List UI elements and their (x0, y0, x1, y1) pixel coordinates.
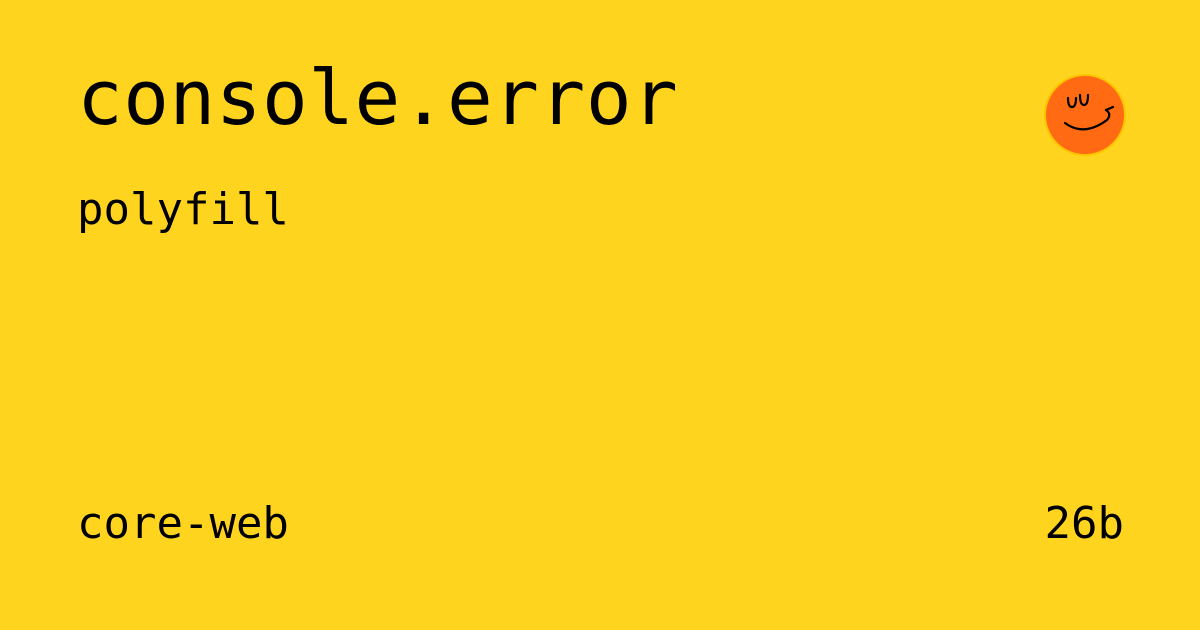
bundle-size: 26b (1044, 498, 1124, 549)
social-card: console.error polyfill core-web 26b (0, 0, 1200, 630)
card-subtitle: polyfill (77, 184, 289, 235)
card-title: console.error (77, 53, 679, 142)
package-name: core-web (77, 498, 289, 549)
smiley-face-icon (1044, 74, 1126, 156)
